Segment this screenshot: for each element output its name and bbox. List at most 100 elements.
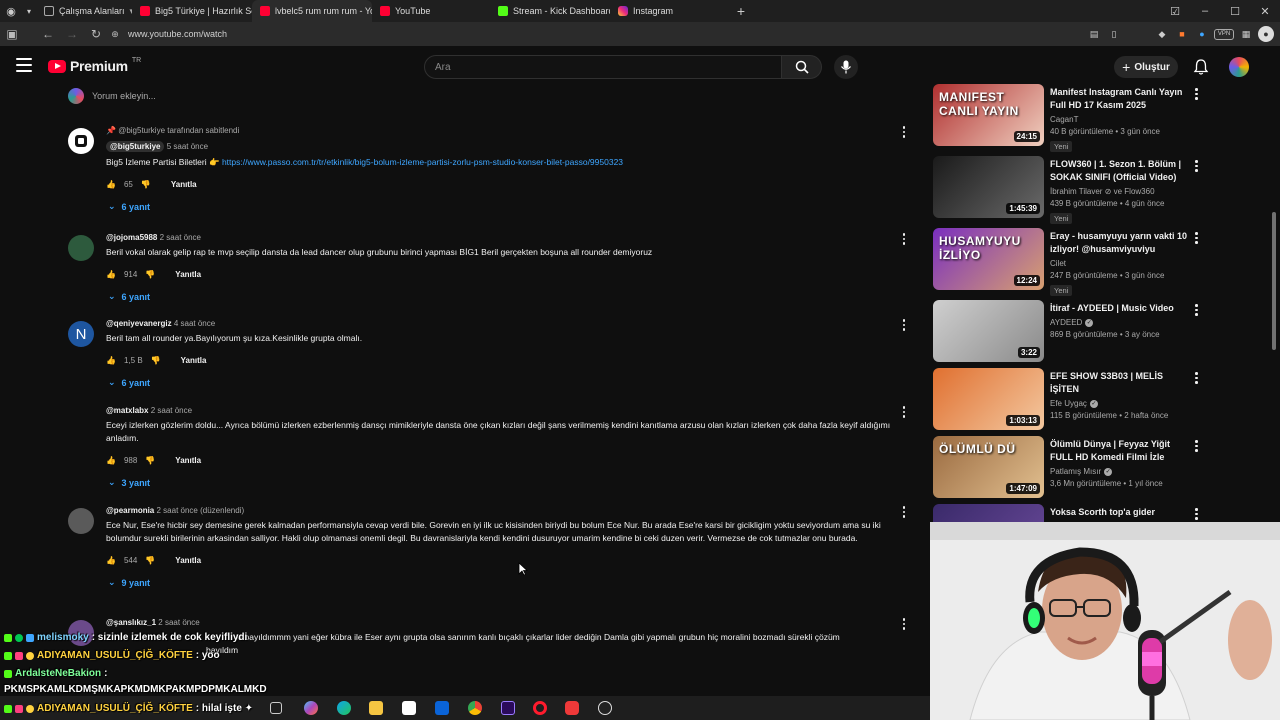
add-comment-input[interactable]: Yorum ekleyin... <box>92 91 156 101</box>
more-options-icon[interactable] <box>902 506 906 520</box>
video-thumbnail[interactable]: HUSAMYUYU İZLİYO 12:24 <box>933 228 1044 290</box>
create-button[interactable]: + Oluştur <box>1114 56 1178 78</box>
chrome-icon[interactable] <box>468 701 482 715</box>
video-title[interactable]: Yoksa Scorth top'a gider <box>1050 506 1188 519</box>
store-icon[interactable] <box>402 701 416 715</box>
view-replies-button[interactable]: ⌄ 6 yanıt <box>108 291 912 302</box>
view-replies-button[interactable]: ⌄ 3 yanıt <box>108 477 912 488</box>
video-title[interactable]: Eray - husamyuyu yarın vakti 10 izliyor!… <box>1050 230 1188 256</box>
reply-button[interactable]: Yanıtla <box>181 356 207 365</box>
comment-time[interactable]: 2 saat önce <box>158 618 199 627</box>
file-explorer-icon[interactable] <box>369 701 383 715</box>
channel-name[interactable]: CaganT <box>1050 115 1078 124</box>
comment-time[interactable]: 2 saat önce <box>160 233 201 242</box>
dislike-icon[interactable]: 👎 <box>145 456 155 465</box>
extensions-grid-icon[interactable]: ▦ <box>1238 26 1254 42</box>
video-title[interactable]: İtiraf - AYDEED | Music Video <box>1050 302 1188 315</box>
dislike-icon[interactable]: 👎 <box>151 356 161 365</box>
minimize-icon[interactable]: – <box>1190 0 1220 22</box>
more-options-icon[interactable] <box>1195 304 1198 318</box>
add-comment-row[interactable]: Yorum ekleyin... <box>68 88 156 104</box>
more-options-icon[interactable] <box>1195 160 1198 174</box>
extension-blue-icon[interactable]: ● <box>1194 26 1210 42</box>
reply-button[interactable]: Yanıtla <box>175 556 201 565</box>
more-options-icon[interactable] <box>1195 372 1198 386</box>
extension-orange-icon[interactable]: ■ <box>1174 26 1190 42</box>
vivaldi-icon[interactable] <box>565 701 579 715</box>
recommended-video[interactable]: ÖLÜMLÜ DÜ 1:47:09 Ölümlü Dünya | Feyyaz Yi… <box>933 434 1280 498</box>
dislike-icon[interactable]: 👎 <box>141 180 151 189</box>
reply-button[interactable]: Yanıtla <box>171 180 197 189</box>
more-options-icon[interactable] <box>902 406 906 420</box>
dislike-icon[interactable]: 👎 <box>145 270 155 279</box>
video-thumbnail[interactable] <box>933 504 1044 522</box>
video-thumbnail[interactable]: 1:03:13 <box>933 368 1044 430</box>
recommended-video[interactable]: MANIFEST CANLI YAYIN 24:15 Manifest Instag… <box>933 82 1280 152</box>
more-options-icon[interactable] <box>1195 232 1198 246</box>
recommended-video[interactable]: Yoksa Scorth top'a gider <box>933 502 1280 522</box>
more-options-icon[interactable] <box>902 319 906 333</box>
tab-youtube[interactable]: YouTube <box>372 0 490 22</box>
video-title[interactable]: EFE SHOW S3B03 | MELİS İŞİTEN <box>1050 370 1188 396</box>
task-view-icon[interactable] <box>270 702 282 714</box>
video-title[interactable]: Ölümlü Dünya | Feyyaz Yiğit FULL HD Kome… <box>1050 438 1188 464</box>
close-icon[interactable]: ✕ <box>1250 0 1280 22</box>
comment-time[interactable]: 5 saat önce <box>167 142 208 151</box>
more-options-icon[interactable] <box>1195 508 1198 522</box>
reply-button[interactable]: Yanıtla <box>175 456 201 465</box>
view-replies-button[interactable]: ⌄ 9 yanıt <box>108 577 912 588</box>
recommended-video[interactable]: HUSAMYUYU İZLİYO 12:24 Eray - husamyuyu ya… <box>933 226 1280 296</box>
more-options-icon[interactable] <box>1195 440 1198 454</box>
more-options-icon[interactable] <box>902 233 906 247</box>
search-button[interactable] <box>782 55 822 79</box>
comment-time[interactable]: 2 saat önce <box>151 406 192 415</box>
account-avatar[interactable] <box>1229 57 1249 77</box>
opera-icon[interactable] <box>533 701 547 715</box>
copilot-icon[interactable] <box>304 701 318 715</box>
forward-icon[interactable]: → <box>60 22 84 46</box>
url-field[interactable]: www.youtube.com/watch <box>128 29 227 39</box>
tab-list-icon[interactable]: ▾ <box>22 0 36 22</box>
channel-name[interactable]: Patlamış Mısır <box>1050 467 1101 476</box>
recommended-video[interactable]: 3:22 İtiraf - AYDEED | Music Video AYDEED ✓… <box>933 298 1280 362</box>
vpn-icon[interactable]: VPN <box>1214 28 1234 40</box>
video-thumbnail[interactable]: MANIFEST CANLI YAYIN 24:15 <box>933 84 1044 146</box>
video-thumbnail[interactable]: 3:22 <box>933 300 1044 362</box>
like-icon[interactable]: 👍 <box>106 456 116 465</box>
channel-name[interactable]: Efe Uygaç <box>1050 399 1087 408</box>
app-menu-icon[interactable]: ◉ <box>0 0 22 22</box>
channel-name[interactable]: Cilet <box>1050 259 1066 268</box>
video-thumbnail[interactable]: ÖLÜMLÜ DÜ 1:47:09 <box>933 436 1044 498</box>
video-title[interactable]: FLOW360 | 1. Sezon 1. Bölüm | SOKAK SINI… <box>1050 158 1188 184</box>
site-info-icon[interactable]: ⊕ <box>108 22 122 46</box>
channel-name[interactable]: İbrahim Tilaver ⊘ ve Flow360 <box>1050 187 1155 196</box>
comment-author[interactable]: @matxlabx <box>106 406 148 415</box>
view-replies-button[interactable]: ⌄ 6 yanıt <box>108 377 912 388</box>
comment-time[interactable]: 2 saat önce (düzenlendi) <box>157 506 245 515</box>
outlook-icon[interactable] <box>435 701 449 715</box>
tab-big5[interactable]: Big5 Türkiye | Hazırlık Sezo <box>132 0 252 22</box>
tab-instagram[interactable]: Instagram <box>610 0 730 22</box>
comment-author[interactable]: @qeniyevanergiz <box>106 319 172 328</box>
dislike-icon[interactable]: 👎 <box>145 556 155 565</box>
obs-icon[interactable] <box>598 701 612 715</box>
like-icon[interactable]: 👍 <box>106 356 116 365</box>
comment-time[interactable]: 4 saat önce <box>174 319 215 328</box>
view-replies-button[interactable]: ⌄ 6 yanıt <box>108 201 912 212</box>
reload-icon[interactable]: ↻ <box>84 22 108 46</box>
youtube-logo[interactable]: Premium TR <box>48 57 141 74</box>
video-thumbnail[interactable]: 1:45:39 <box>933 156 1044 218</box>
like-icon[interactable]: 👍 <box>106 270 116 279</box>
voice-search-button[interactable] <box>834 55 858 79</box>
tab-current-video[interactable]: lvbelc5 rum rum rum - You <box>252 0 372 22</box>
search-input[interactable]: Ara <box>424 55 782 79</box>
like-icon[interactable]: 👍 <box>106 180 116 189</box>
profile-icon[interactable]: ● <box>1258 26 1274 42</box>
notifications-bell-icon[interactable] <box>1192 58 1210 76</box>
reader-mode-icon[interactable]: ▤ <box>1086 26 1102 42</box>
hamburger-menu-icon[interactable] <box>16 58 32 72</box>
recommended-video[interactable]: 1:03:13 EFE SHOW S3B03 | MELİS İŞİTEN Efe … <box>933 366 1280 430</box>
premiere-icon[interactable] <box>501 701 515 715</box>
comment-author[interactable]: @big5turkiye <box>106 141 165 152</box>
maximize-icon[interactable]: ☐ <box>1220 0 1250 22</box>
